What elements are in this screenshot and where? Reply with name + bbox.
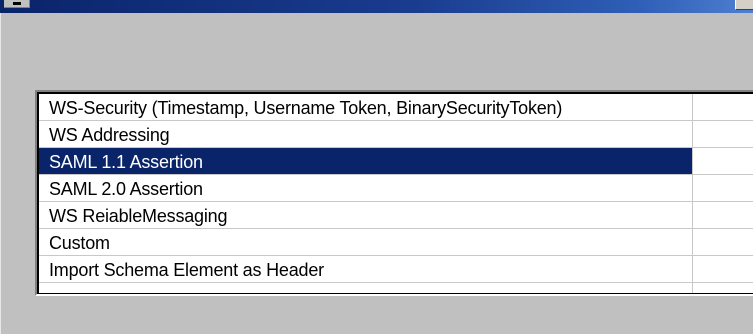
list-item[interactable]: SAML 2.0 Assertion [39, 175, 753, 202]
list-item-cell[interactable]: WS Addressing [39, 121, 693, 147]
list-item[interactable]: WS ReiableMessaging [39, 202, 753, 229]
list-item[interactable]: Custom [39, 229, 753, 256]
list-item-label: WS Addressing [49, 125, 170, 145]
list-item-extra-cell[interactable] [693, 94, 753, 120]
list-item-extra-cell[interactable] [693, 229, 753, 255]
list-item-cell[interactable]: Import Schema Element as Header [39, 256, 693, 282]
list-item-cell[interactable]: SAML 1.1 Assertion [39, 148, 693, 174]
list-item[interactable]: Import Schema Element as Header [39, 256, 753, 283]
list-item[interactable]: WS Addressing [39, 121, 753, 148]
list-item-label: Import Schema Element as Header [49, 260, 324, 280]
close-button[interactable] [735, 0, 753, 10]
list-item-label: WS-Security (Timestamp, Username Token, … [49, 98, 563, 118]
list-item-label: SAML 1.1 Assertion [49, 152, 203, 172]
window-menu-icon[interactable] [4, 0, 30, 8]
list-item-label: Custom [49, 233, 110, 253]
list-item-extra-cell[interactable] [693, 202, 753, 228]
list-body: WS-Security (Timestamp, Username Token, … [37, 92, 753, 294]
list-item-cell[interactable]: WS-Security (Timestamp, Username Token, … [39, 94, 693, 120]
list-item-cell[interactable]: Custom [39, 229, 693, 255]
list-item-extra-cell[interactable] [693, 256, 753, 282]
header-type-list[interactable]: WS-Security (Timestamp, Username Token, … [35, 90, 753, 296]
list-item-cell[interactable]: WS ReiableMessaging [39, 202, 693, 228]
list-item[interactable]: WS-Security (Timestamp, Username Token, … [39, 94, 753, 121]
list-item-extra-cell[interactable] [693, 148, 753, 174]
list-item-cell[interactable]: SAML 2.0 Assertion [39, 175, 693, 201]
list-item-extra-cell[interactable] [693, 283, 753, 293]
list-item-extra-cell[interactable] [693, 121, 753, 147]
list-item-selected[interactable]: SAML 1.1 Assertion [39, 148, 753, 175]
list-item-cell[interactable] [39, 283, 693, 293]
title-bar[interactable] [0, 0, 753, 13]
list-item-extra-cell[interactable] [693, 175, 753, 201]
list-item-label: WS ReiableMessaging [49, 206, 228, 226]
list-item-empty[interactable] [39, 283, 753, 293]
list-item-label: SAML 2.0 Assertion [49, 179, 203, 199]
